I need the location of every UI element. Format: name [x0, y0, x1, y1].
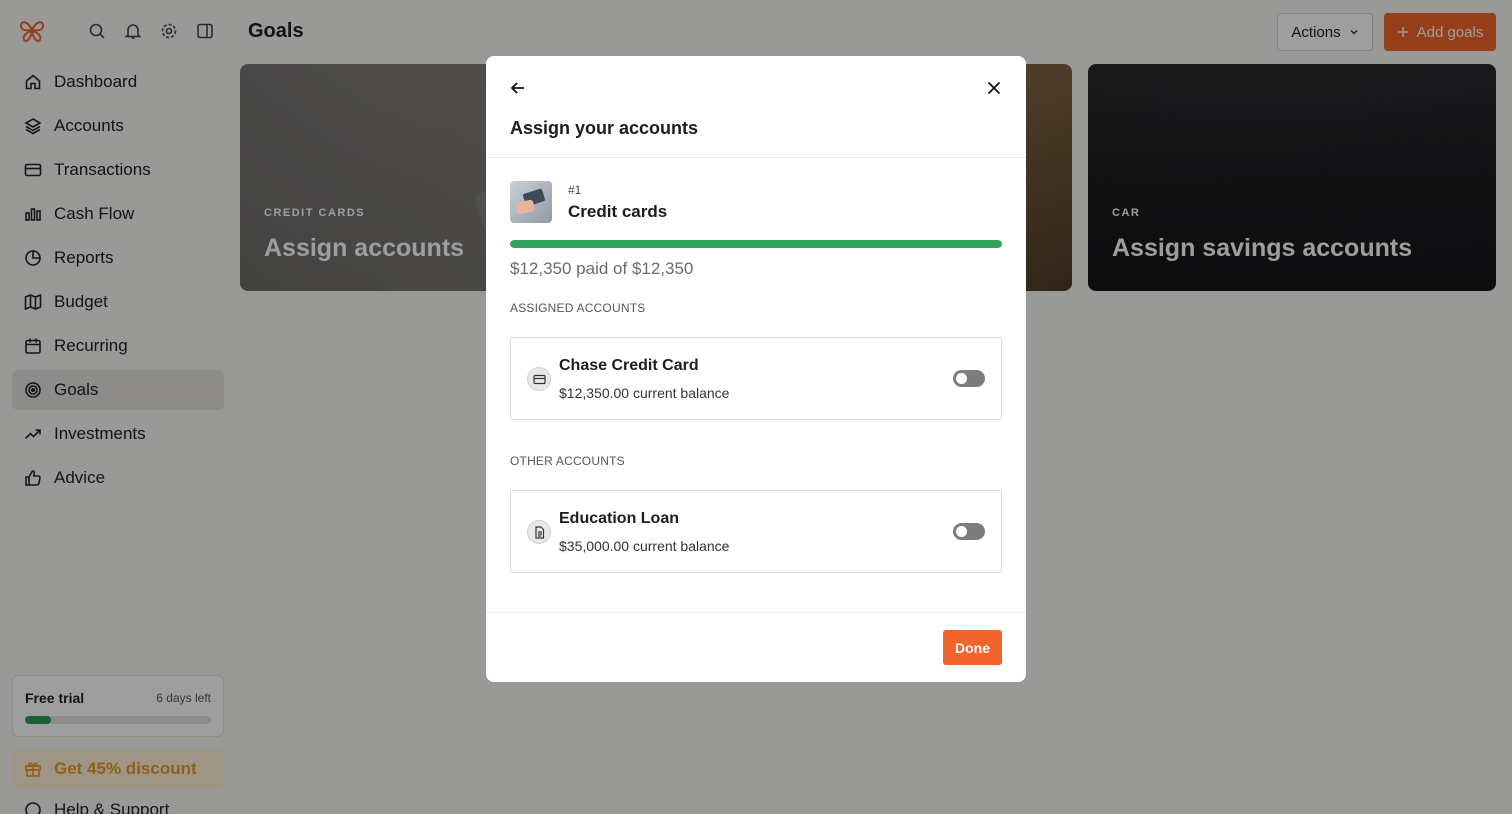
document-icon: [527, 520, 551, 544]
account-toggle[interactable]: [953, 370, 985, 387]
account-name: Education Loan: [559, 510, 679, 527]
divider: [486, 157, 1026, 158]
account-balance: $12,350.00 current balance: [559, 385, 730, 401]
paid-amount: $12,350 paid of $12,350: [510, 259, 694, 278]
goal-progress-bar: [510, 240, 1002, 248]
credit-card-icon: [527, 367, 551, 391]
goal-name: Credit cards: [568, 202, 668, 221]
goal-thumbnail: [510, 181, 552, 223]
goal-number: #1: [568, 183, 582, 197]
account-toggle[interactable]: [953, 523, 985, 540]
divider: [486, 612, 1026, 613]
modal-title: Assign your accounts: [510, 118, 699, 138]
other-accounts-label: OTHER ACCOUNTS: [510, 454, 625, 468]
assigned-accounts-label: ASSIGNED ACCOUNTS: [510, 301, 646, 315]
done-button[interactable]: Done: [943, 630, 1002, 665]
back-arrow-icon[interactable]: [508, 78, 528, 98]
account-balance: $35,000.00 current balance: [559, 538, 730, 554]
account-name: Chase Credit Card: [559, 357, 699, 374]
account-row-education-loan[interactable]: Education Loan $35,000.00 current balanc…: [510, 490, 1002, 573]
assign-accounts-modal: Assign your accounts #1 Credit cards $12…: [486, 56, 1026, 682]
account-row-chase-credit-card[interactable]: Chase Credit Card $12,350.00 current bal…: [510, 337, 1002, 420]
goal-progress-fill: [510, 240, 1002, 248]
close-icon[interactable]: [984, 78, 1004, 98]
